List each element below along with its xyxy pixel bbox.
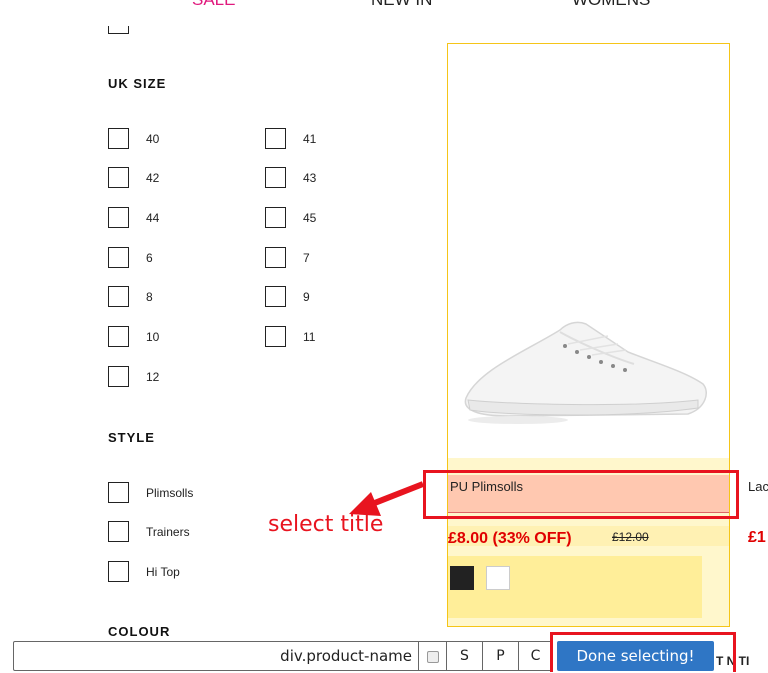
size-45-checkbox[interactable]: [265, 207, 286, 228]
size-9-label: 9: [303, 290, 310, 304]
product-price: £8.00 (33% OFF): [448, 530, 572, 547]
swatch-white[interactable]: [486, 566, 510, 590]
size-10-checkbox[interactable]: [108, 326, 129, 347]
checkbox-cropped[interactable]: [108, 26, 129, 34]
size-6-label: 6: [146, 251, 153, 265]
toolbar-p-button[interactable]: P: [483, 641, 519, 671]
toolbar-s-button[interactable]: S: [447, 641, 483, 671]
done-selection-frame: [550, 632, 736, 672]
style-hi-top-label: Hi Top: [146, 565, 180, 579]
uk-size-heading: UK SIZE: [108, 76, 167, 91]
next-product-price: £1: [748, 529, 766, 546]
size-10-label: 10: [146, 330, 160, 344]
title-selection-frame: [423, 470, 739, 519]
annotation-arrow-icon: [349, 481, 425, 516]
size-43-label: 43: [303, 171, 317, 185]
size-44-label: 44: [146, 211, 160, 225]
size-42-label: 42: [146, 171, 160, 185]
size-8-checkbox[interactable]: [108, 286, 129, 307]
toolbar-c-button[interactable]: C: [519, 641, 553, 671]
size-11-label: 11: [303, 330, 316, 344]
product-image[interactable]: [448, 300, 729, 440]
style-plimsolls-checkbox[interactable]: [108, 482, 129, 503]
size-12-checkbox[interactable]: [108, 366, 129, 387]
nav-womens-link[interactable]: WOMENS: [572, 0, 650, 10]
size-41-checkbox[interactable]: [265, 128, 286, 149]
size-8-label: 8: [146, 290, 153, 304]
style-trainers-checkbox[interactable]: [108, 521, 129, 542]
selector-input[interactable]: div.product-name: [13, 641, 419, 671]
next-product-title[interactable]: Lac: [748, 479, 768, 494]
size-42-checkbox[interactable]: [108, 167, 129, 188]
colour-heading: COLOUR: [108, 624, 171, 639]
size-45-label: 45: [303, 211, 317, 225]
size-43-checkbox[interactable]: [265, 167, 286, 188]
size-41-label: 41: [303, 132, 317, 146]
style-hi-top-checkbox[interactable]: [108, 561, 129, 582]
size-9-checkbox[interactable]: [265, 286, 286, 307]
style-plimsolls-label: Plimsolls: [146, 486, 194, 500]
swatch-black[interactable]: [450, 566, 474, 590]
toggle-checkbox[interactable]: [419, 641, 447, 671]
size-40-label: 40: [146, 132, 160, 146]
nav-new-in-link[interactable]: NEW IN: [371, 0, 432, 10]
style-heading: STYLE: [108, 430, 155, 445]
size-44-checkbox[interactable]: [108, 207, 129, 228]
size-7-checkbox[interactable]: [265, 247, 286, 268]
size-12-label: 12: [146, 370, 160, 384]
size-6-checkbox[interactable]: [108, 247, 129, 268]
size-7-label: 7: [303, 251, 310, 265]
toggle-icon: [426, 651, 439, 663]
product-old-price: £12.00: [612, 530, 649, 544]
nav-sale-link[interactable]: SALE: [192, 0, 235, 10]
style-trainers-label: Trainers: [146, 525, 190, 539]
size-40-checkbox[interactable]: [108, 128, 129, 149]
size-11-checkbox[interactable]: [265, 326, 286, 347]
